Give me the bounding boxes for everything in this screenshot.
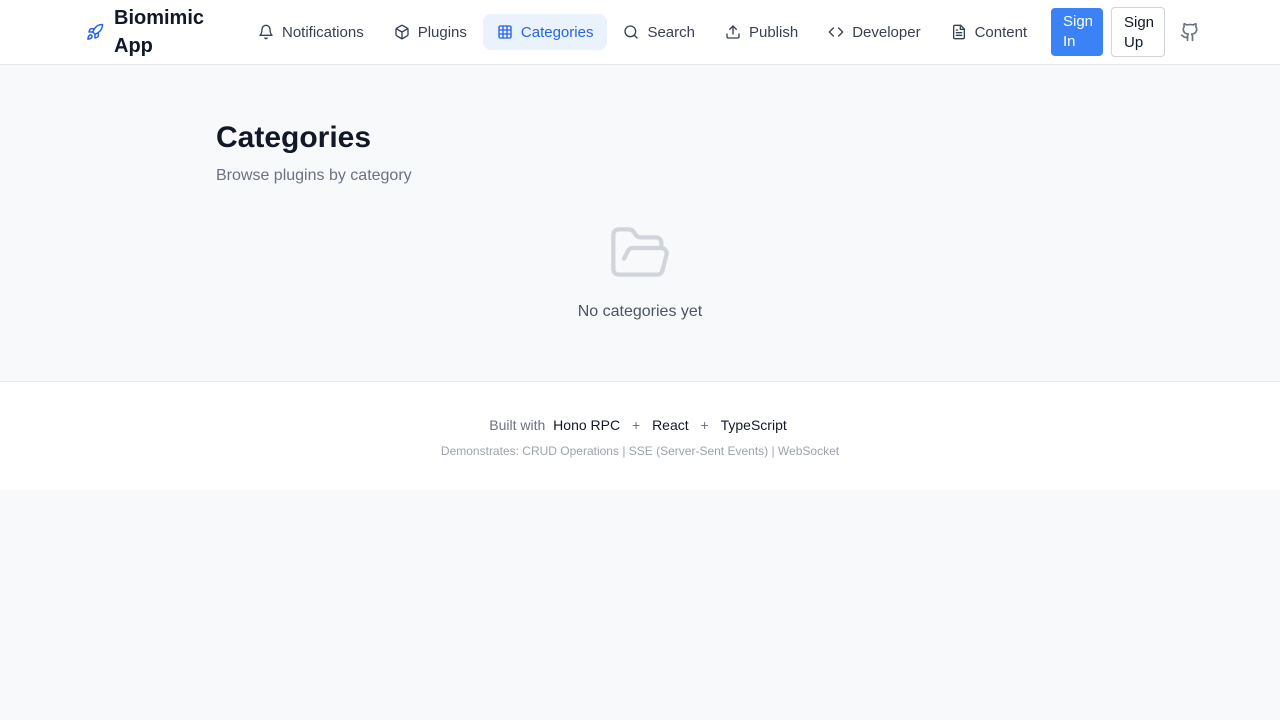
tech-typescript: TypeScript [720, 417, 787, 433]
bell-icon [259, 24, 273, 40]
empty-state-text: No categories yet [577, 303, 703, 320]
tech-react: React [652, 417, 689, 433]
nav-publish-label: Publish [748, 23, 799, 41]
nav-developer-label: Developer [852, 23, 921, 41]
main-nav: Notifications Plugins Categories Search … [244, 14, 1043, 50]
nav-plugins[interactable]: Plugins [380, 14, 481, 50]
brand-name: Biomimic App [114, 7, 205, 57]
tech-hono-rpc: Hono RPC [553, 417, 621, 433]
search-icon [624, 25, 639, 39]
nav-content[interactable]: Content [937, 14, 1042, 50]
footer-demonstrates: Demonstrates: CRUD Operations | SSE (Ser… [440, 444, 840, 458]
nav-categories-label: Categories [520, 23, 594, 41]
rocket-icon [86, 22, 106, 42]
github-icon[interactable] [1180, 22, 1200, 42]
nav-content-label: Content [974, 23, 1028, 41]
nav-publish[interactable]: Publish [711, 14, 812, 50]
app-footer: Built with Hono RPC + React + TypeScript… [0, 381, 1280, 490]
nav-search[interactable]: Search [609, 14, 709, 50]
nav-plugins-label: Plugins [417, 23, 467, 41]
upload-icon [726, 25, 740, 39]
grid-icon [498, 25, 512, 39]
footer-built-with: Built with Hono RPC + React + TypeScript [0, 417, 1280, 433]
plus-separator: + [700, 417, 709, 433]
page-title: Categories [216, 121, 372, 154]
code-icon [828, 27, 844, 37]
box-icon [395, 24, 409, 40]
sign-up-button[interactable]: Sign Up [1111, 7, 1165, 57]
page-subtitle: Browse plugins by category [216, 167, 412, 184]
folder-open-icon [608, 224, 672, 280]
plus-separator: + [631, 417, 641, 433]
nav-categories[interactable]: Categories [482, 14, 608, 50]
file-icon [952, 24, 965, 40]
brand[interactable]: Biomimic App [86, 4, 224, 60]
sign-in-button[interactable]: Sign In [1051, 8, 1103, 56]
app-header: Biomimic App Notifications Plugins Categ… [0, 0, 1280, 65]
nav-notifications-label: Notifications [282, 23, 364, 41]
built-with-label: Built with [489, 417, 546, 433]
nav-notifications[interactable]: Notifications [244, 14, 378, 50]
nav-developer[interactable]: Developer [814, 14, 934, 50]
nav-search-label: Search [647, 23, 695, 41]
